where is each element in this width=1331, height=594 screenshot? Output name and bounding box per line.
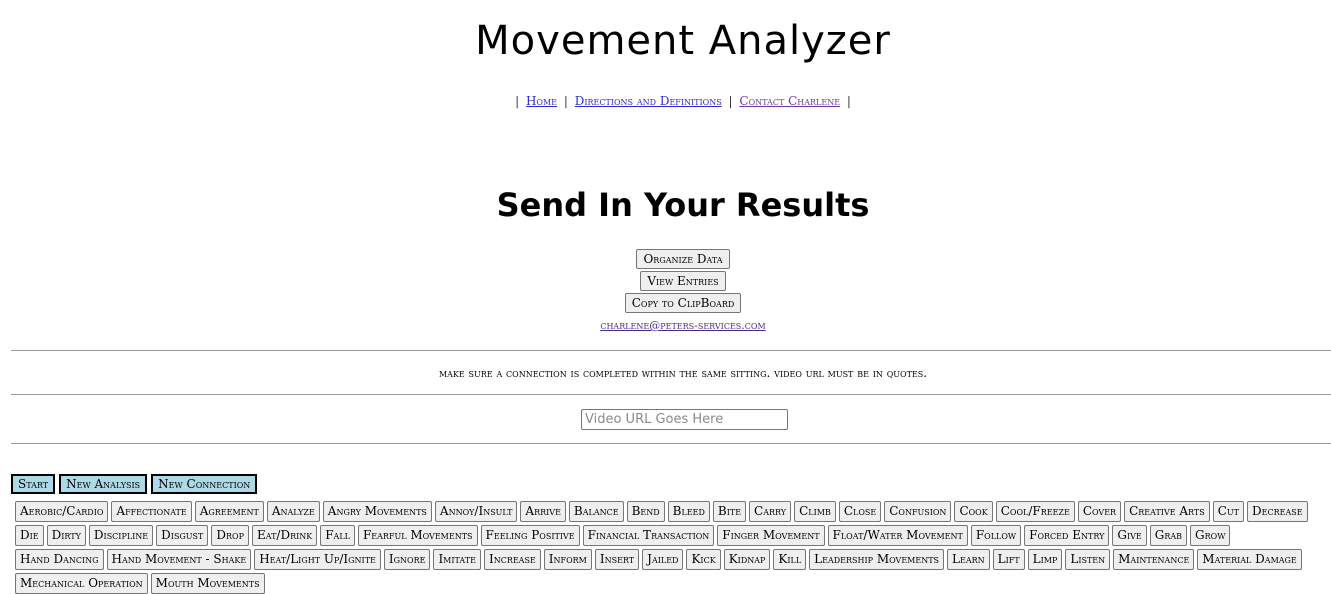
movement-tag-button[interactable]: Fall	[320, 525, 355, 546]
movement-tag-button[interactable]: Increase	[483, 549, 541, 570]
movement-tag-list: Aerobic/Cardio Affectionate Agreement Analy…	[15, 501, 1315, 594]
movement-tag-button[interactable]: Kill	[773, 549, 807, 570]
movement-tag-button[interactable]: Listen	[1065, 549, 1111, 570]
movement-tag-button[interactable]: Lift	[992, 549, 1025, 570]
movement-tag-button[interactable]: Ignore	[383, 549, 431, 570]
movement-tag-button[interactable]: Float/Water Movement	[827, 525, 968, 546]
results-actions: Organize Data View Entries Copy to ClipB…	[0, 249, 1331, 332]
movement-tag-button[interactable]: Hand Dancing	[15, 549, 104, 570]
movement-tag-button[interactable]: Finger Movement	[717, 525, 825, 546]
movement-tag-button[interactable]: Hand Movement - Shake	[106, 549, 252, 570]
movement-tag-button[interactable]: Forced Entry	[1024, 525, 1110, 546]
movement-tag-button[interactable]: Drop	[211, 525, 249, 546]
movement-tag-button[interactable]: Confusion	[884, 501, 952, 522]
movement-tag-button[interactable]: Grab	[1149, 525, 1188, 546]
movement-tag-button[interactable]: Kick	[686, 549, 721, 570]
movement-tag-button[interactable]: Fearful Movements	[357, 525, 478, 546]
nav-separator: |	[515, 94, 520, 108]
movement-tag-button[interactable]: Leadership Movements	[809, 549, 945, 570]
movement-tag-button[interactable]: Feeling Positive	[480, 525, 580, 546]
movement-tag-button[interactable]: Die	[15, 525, 44, 546]
movement-tag-button[interactable]: Follow	[970, 525, 1022, 546]
copy-to-clipboard-button[interactable]: Copy to ClipBoard	[624, 293, 742, 313]
new-analysis-button[interactable]: New Analysis	[59, 474, 148, 494]
movement-tag-button[interactable]: Close	[838, 501, 882, 522]
nav-link-contact[interactable]: Contact Charlene	[739, 94, 840, 108]
movement-tag-button[interactable]: Learn	[947, 549, 990, 570]
divider	[11, 394, 1331, 395]
movement-tag-button[interactable]: Dirty	[46, 525, 86, 546]
instructions-notice: make sure a connection is completed with…	[438, 366, 928, 380]
movement-tag-button[interactable]: Insert	[594, 549, 640, 570]
movement-tag-button[interactable]: Maintenance	[1113, 549, 1195, 570]
movement-tag-button[interactable]: Material Damage	[1197, 549, 1302, 570]
movement-tag-button[interactable]: Analyze	[266, 501, 320, 522]
movement-tag-button[interactable]: Kidnap	[723, 549, 771, 570]
page-title: Movement Analyzer	[475, 18, 891, 64]
section-title: Send In Your Results	[496, 186, 870, 224]
movement-tag-button[interactable]: Imitate	[433, 549, 481, 570]
movement-tag-button[interactable]: Cool/Freeze	[995, 501, 1075, 522]
view-entries-button[interactable]: View Entries	[640, 271, 726, 291]
movement-tag-button[interactable]: Eat/Drink	[251, 525, 318, 546]
divider	[11, 443, 1331, 444]
movement-tag-button[interactable]: Bleed	[667, 501, 710, 522]
movement-tag-button[interactable]: Carry	[749, 501, 792, 522]
nav-separator: |	[846, 94, 851, 108]
movement-tag-button[interactable]: Aerobic/Cardio	[15, 501, 109, 522]
movement-tag-button[interactable]: Arrive	[520, 501, 566, 522]
analysis-controls: Start New Analysis New Connection	[11, 474, 258, 494]
email-link[interactable]: charlene@peters-services.com	[600, 319, 765, 332]
nav-separator: |	[563, 94, 568, 108]
nav-link-directions[interactable]: Directions and Definitions	[575, 94, 722, 108]
nav-separator: |	[728, 94, 733, 108]
movement-tag-button[interactable]: Financial Transaction	[582, 525, 715, 546]
movement-tag-button[interactable]: Affectionate	[111, 501, 192, 522]
start-button[interactable]: Start	[11, 474, 56, 494]
movement-tag-button[interactable]: Decrease	[1247, 501, 1308, 522]
movement-tag-button[interactable]: Climb	[794, 501, 836, 522]
movement-tag-button[interactable]: Disgust	[156, 525, 209, 546]
movement-tag-button[interactable]: Bend	[626, 501, 665, 522]
movement-tag-button[interactable]: Heat/Light Up/Ignite	[254, 549, 381, 570]
nav-link-home[interactable]: Home	[526, 94, 557, 108]
movement-tag-button[interactable]: Cover	[1077, 501, 1122, 522]
movement-tag-button[interactable]: Creative Arts	[1124, 501, 1210, 522]
movement-tag-button[interactable]: Inform	[543, 549, 592, 570]
movement-tag-button[interactable]: Grow	[1190, 525, 1231, 546]
movement-tag-button[interactable]: Give	[1112, 525, 1147, 546]
movement-tag-button[interactable]: Jailed	[642, 549, 684, 570]
new-connection-button[interactable]: New Connection	[151, 474, 258, 494]
video-url-input[interactable]	[581, 409, 788, 430]
movement-tag-button[interactable]: Angry Movements	[322, 501, 432, 522]
movement-tag-button[interactable]: Agreement	[194, 501, 264, 522]
movement-tag-button[interactable]: Annoy/Insult	[434, 501, 518, 522]
top-nav: | Home | Directions and Definitions | Co…	[0, 94, 1331, 108]
movement-tag-button[interactable]: Discipline	[88, 525, 154, 546]
divider	[11, 350, 1331, 351]
movement-tag-button[interactable]: Cut	[1212, 501, 1245, 522]
movement-tag-button[interactable]: Bite	[712, 501, 747, 522]
movement-tag-button[interactable]: Cook	[954, 501, 993, 522]
movement-tag-button[interactable]: Limp	[1027, 549, 1063, 570]
organize-data-button[interactable]: Organize Data	[636, 249, 730, 269]
movement-tag-button[interactable]: Balance	[568, 501, 624, 522]
